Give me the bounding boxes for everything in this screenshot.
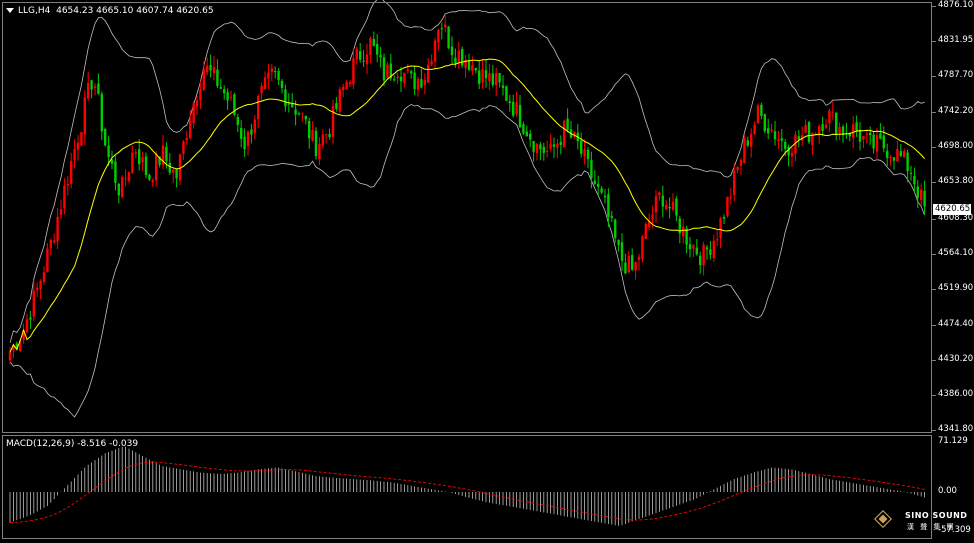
price-axis-tick	[932, 359, 936, 361]
price-axis-tick	[932, 218, 936, 220]
price-axis-label: 4341.80	[938, 424, 974, 434]
price-axis-tick	[932, 253, 936, 255]
price-axis-tick	[932, 430, 936, 431]
macd-axis-label: 0.00	[938, 486, 957, 496]
price-axis-label: 4564.10	[938, 247, 974, 258]
logo-subtitle: 漢 聲 集 團	[907, 523, 956, 531]
price-axis-tick	[932, 394, 936, 396]
price-axis-tick	[932, 147, 936, 149]
price-axis-label: 4653.80	[938, 176, 974, 187]
chart-window[interactable]: LLG,H4 4654.23 4665.10 4607.74 4620.65 M…	[0, 0, 974, 543]
price-axis-tick	[932, 41, 936, 43]
price-axis-label: 4430.20	[938, 353, 974, 364]
price-axis-label: 4386.00	[938, 388, 974, 399]
price-axis-tick	[932, 112, 936, 114]
price-pane-border	[2, 2, 932, 433]
price-axis-tick	[932, 288, 936, 290]
macd-axis-label: 71.129	[938, 436, 968, 446]
price-axis-label: 4742.20	[938, 106, 974, 117]
logo-diamond-icon	[874, 510, 892, 528]
price-axis-label: 4474.40	[938, 318, 974, 329]
price-axis-label: 4831.95	[938, 35, 974, 46]
current-price-tag: 4620.65	[933, 203, 971, 215]
macd-pane-border	[2, 435, 932, 539]
macd-header: MACD(12,26,9) -8.516 -0.039	[6, 439, 139, 449]
price-axis-label: 4519.90	[938, 282, 974, 293]
price-pane-header: LLG,H4 4654.23 4665.10 4607.74 4620.65	[6, 6, 214, 16]
collapse-triangle-icon[interactable]	[6, 8, 14, 13]
price-axis-label: 4876.10	[938, 0, 974, 10]
ohlc-label: 4654.23 4665.10 4607.74 4620.65	[56, 6, 214, 16]
price-axis-label: 4698.00	[938, 141, 974, 152]
sino-sound-logo: SINO SOUND 漢 聲 集 團	[872, 508, 972, 540]
price-axis-tick	[932, 324, 936, 326]
logo-title: SINO SOUND	[905, 511, 968, 520]
price-axis-tick	[932, 182, 936, 184]
symbol-label: LLG,H4	[18, 6, 51, 16]
price-axis-label: 4787.70	[938, 70, 974, 81]
price-axis-tick	[932, 6, 936, 7]
price-axis-tick	[932, 76, 936, 78]
